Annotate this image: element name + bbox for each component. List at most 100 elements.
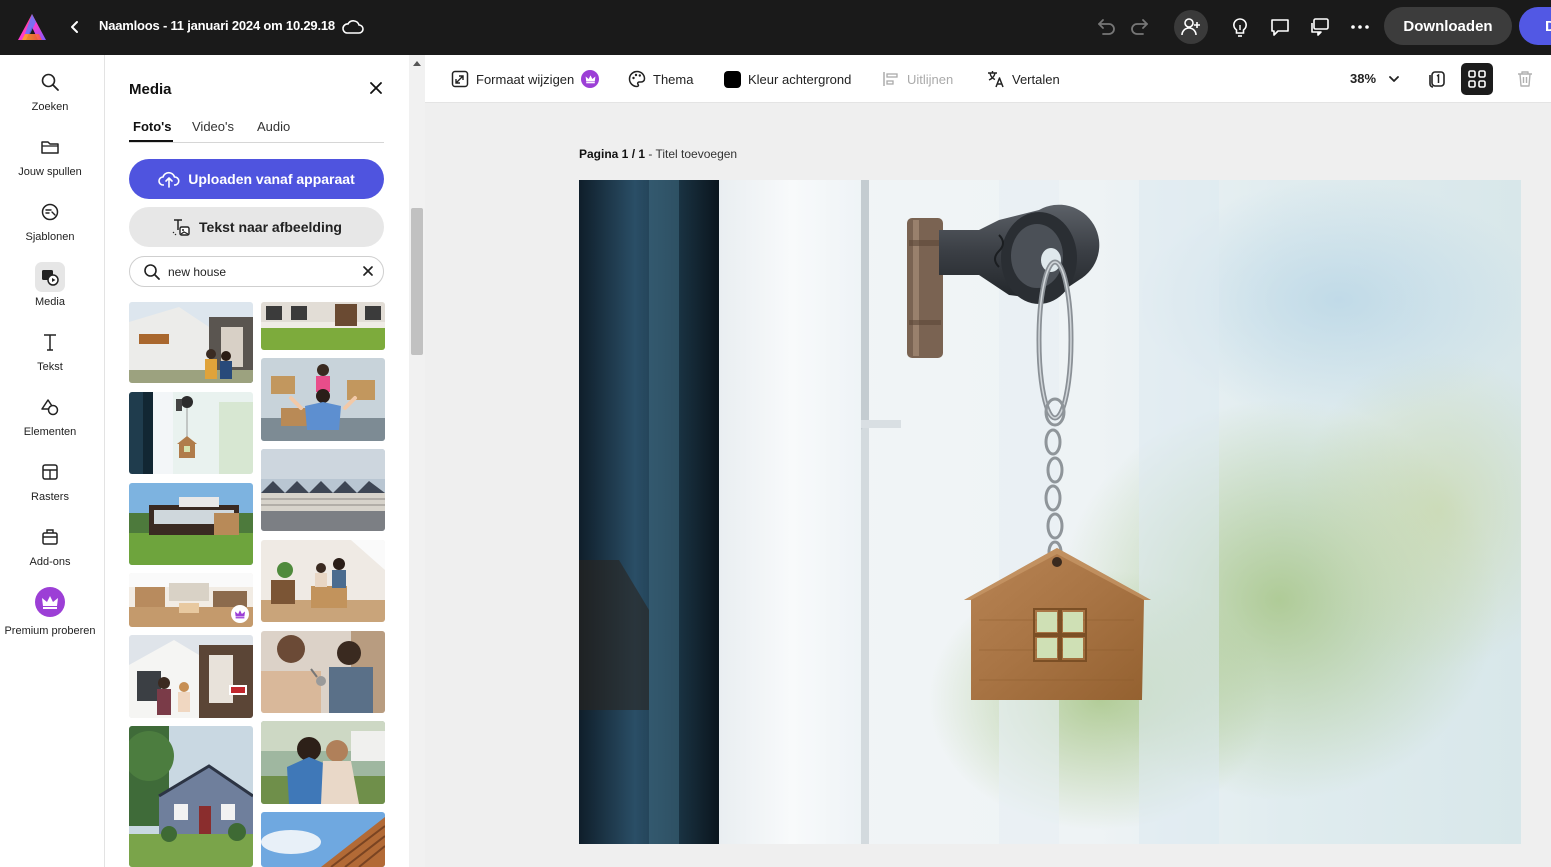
photo-thumbnail[interactable] xyxy=(129,483,253,565)
cloud-sync-icon[interactable] xyxy=(340,14,366,40)
photo-thumbnail[interactable] xyxy=(129,392,253,474)
close-panel-icon[interactable] xyxy=(365,77,387,99)
upload-label: Uploaden vanaf apparaat xyxy=(188,171,355,187)
share-button[interactable]: D xyxy=(1519,7,1551,45)
media-search xyxy=(129,256,384,287)
rail-item-elements[interactable]: Elementen xyxy=(0,392,100,450)
media-icon xyxy=(35,262,65,292)
text-icon xyxy=(35,327,65,357)
templates-icon xyxy=(35,197,65,227)
tab-videos[interactable]: Video's xyxy=(192,119,234,134)
addons-icon xyxy=(35,522,65,552)
search-icon xyxy=(35,67,65,97)
search-icon xyxy=(144,264,160,280)
key-with-house-keychain-photo[interactable] xyxy=(579,180,1521,844)
scroll-up-arrow-icon[interactable] xyxy=(413,61,421,66)
rail-label: Sjablonen xyxy=(25,231,75,243)
media-tabs: Foto's Video's Audio xyxy=(129,117,384,143)
background-color-swatch xyxy=(724,70,741,88)
photo-thumbnail[interactable] xyxy=(129,573,253,627)
text-to-image-icon xyxy=(172,219,190,236)
translate-button[interactable]: Vertalen xyxy=(987,69,1060,89)
photo-thumbnail[interactable] xyxy=(261,358,385,441)
comment-icon[interactable] xyxy=(1266,13,1294,41)
scrollbar-thumb[interactable] xyxy=(411,208,423,355)
rail-label: Media xyxy=(35,296,65,308)
align-left-icon xyxy=(883,72,898,86)
photo-thumbnail[interactable] xyxy=(261,540,385,622)
page-label: Pagina 1 / 1 - Titel toevoegen xyxy=(579,147,738,161)
photo-results-grid xyxy=(105,302,405,867)
photo-thumbnail[interactable] xyxy=(261,812,385,867)
lightbulb-icon[interactable] xyxy=(1226,13,1254,41)
rail-label: Zoeken xyxy=(31,101,69,113)
panel-scrollbar[interactable] xyxy=(409,55,425,867)
resize-label: Formaat wijzigen xyxy=(476,71,575,87)
rail-item-grids[interactable]: Rasters xyxy=(0,457,100,515)
undo-icon[interactable] xyxy=(1092,13,1120,41)
crown-icon xyxy=(35,587,65,617)
design-canvas[interactable] xyxy=(579,180,1521,844)
elements-icon xyxy=(35,392,65,422)
tab-photos[interactable]: Foto's xyxy=(133,119,171,134)
chevron-down-icon[interactable] xyxy=(1387,72,1401,86)
rail-item-text[interactable]: Tekst xyxy=(0,327,100,385)
zoom-level[interactable]: 38% xyxy=(1350,71,1376,86)
photo-thumbnail[interactable] xyxy=(129,302,253,383)
active-tab-indicator xyxy=(129,140,173,142)
panel-title: Media xyxy=(129,81,172,98)
editor-toolbar: Formaat wijzigen Thema Kleur achtergrond… xyxy=(425,55,1551,103)
invite-user-button[interactable] xyxy=(1174,10,1208,44)
download-button[interactable]: Downloaden xyxy=(1384,7,1512,45)
theme-label: Thema xyxy=(653,71,694,87)
photo-thumbnail[interactable] xyxy=(261,302,385,350)
crown-icon xyxy=(235,610,245,619)
present-icon[interactable] xyxy=(1306,13,1334,41)
rail-label: Premium proberen xyxy=(4,625,96,637)
text-to-image-button[interactable]: Tekst naar afbeelding xyxy=(129,207,384,247)
photo-thumbnail[interactable] xyxy=(129,635,253,718)
media-panel: Media Foto's Video's Audio Uploaden vana… xyxy=(105,55,425,867)
adobe-express-logo-icon[interactable] xyxy=(16,12,48,42)
cloud-upload-icon xyxy=(158,171,180,188)
rail-item-addons[interactable]: Add-ons xyxy=(0,522,100,580)
document-title[interactable]: Naamloos - 11 januari 2024 om 10.29.18 xyxy=(99,18,335,33)
resize-button[interactable]: Formaat wijzigen xyxy=(451,69,600,89)
crown-icon xyxy=(581,70,600,88)
tab-audio[interactable]: Audio xyxy=(257,119,290,134)
palette-icon xyxy=(628,70,646,88)
grids-icon xyxy=(35,457,65,487)
photo-thumbnail[interactable] xyxy=(261,631,385,713)
photo-thumbnail[interactable] xyxy=(261,721,385,804)
more-options-icon[interactable] xyxy=(1346,13,1374,41)
rail-item-search[interactable]: Zoeken xyxy=(0,67,100,125)
rail-item-premium[interactable]: Premium proberen xyxy=(0,587,100,649)
background-color-button[interactable]: Kleur achtergrond xyxy=(724,69,851,89)
left-rail: Zoeken Jouw spullen Sjablonen Media Teks… xyxy=(0,55,105,867)
folder-icon xyxy=(35,132,65,162)
pages-button[interactable] xyxy=(1425,67,1449,91)
upload-from-device-button[interactable]: Uploaden vanaf apparaat xyxy=(129,159,384,199)
rail-label: Rasters xyxy=(31,491,69,503)
layout-grid-button[interactable] xyxy=(1461,63,1493,95)
align-label: Uitlijnen xyxy=(907,71,954,87)
rail-label: Add-ons xyxy=(29,556,71,568)
search-input[interactable] xyxy=(168,262,348,282)
pages-icon xyxy=(1429,71,1445,88)
redo-icon[interactable] xyxy=(1126,13,1154,41)
photo-thumbnail[interactable] xyxy=(129,726,253,867)
rail-item-media[interactable]: Media xyxy=(0,262,100,320)
photo-thumbnail[interactable] xyxy=(261,449,385,531)
rail-item-templates[interactable]: Sjablonen xyxy=(0,197,100,255)
rail-label: Jouw spullen xyxy=(18,166,82,178)
delete-page-button[interactable] xyxy=(1513,67,1537,91)
premium-badge xyxy=(231,605,249,623)
align-button[interactable]: Uitlijnen xyxy=(882,69,953,89)
rail-item-your-stuff[interactable]: Jouw spullen xyxy=(0,132,100,190)
back-chevron-icon[interactable] xyxy=(64,14,86,40)
clear-search-icon[interactable] xyxy=(362,265,374,277)
translate-label: Vertalen xyxy=(1012,71,1060,87)
page-title-input[interactable]: Titel toevoegen xyxy=(655,147,737,161)
theme-button[interactable]: Thema xyxy=(628,69,693,89)
resize-icon xyxy=(451,70,469,88)
